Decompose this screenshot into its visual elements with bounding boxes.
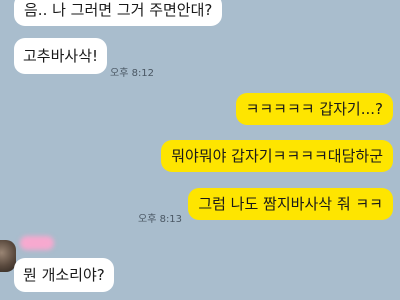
incoming-message[interactable]: 음.. 나 그러면 그거 주면안대? [14,0,223,26]
sender-name-blurred [20,236,54,250]
outgoing-message[interactable]: 그럼 나도 짬지바사삭 줘 ㅋㅋ [188,188,393,220]
incoming-message[interactable]: 고추바사삭! [14,38,108,74]
incoming-message[interactable]: 뭔 개소리야? [14,258,114,292]
message-timestamp: 오후 8:12 [110,68,155,79]
outgoing-message[interactable]: 뭐야뭐야 갑자기ㅋㅋㅋㅋ대담하군 [161,140,393,172]
message-timestamp: 오후 8:13 [138,214,183,225]
outgoing-message[interactable]: ㅋㅋㅋㅋㅋ 갑자기...? [235,93,393,125]
